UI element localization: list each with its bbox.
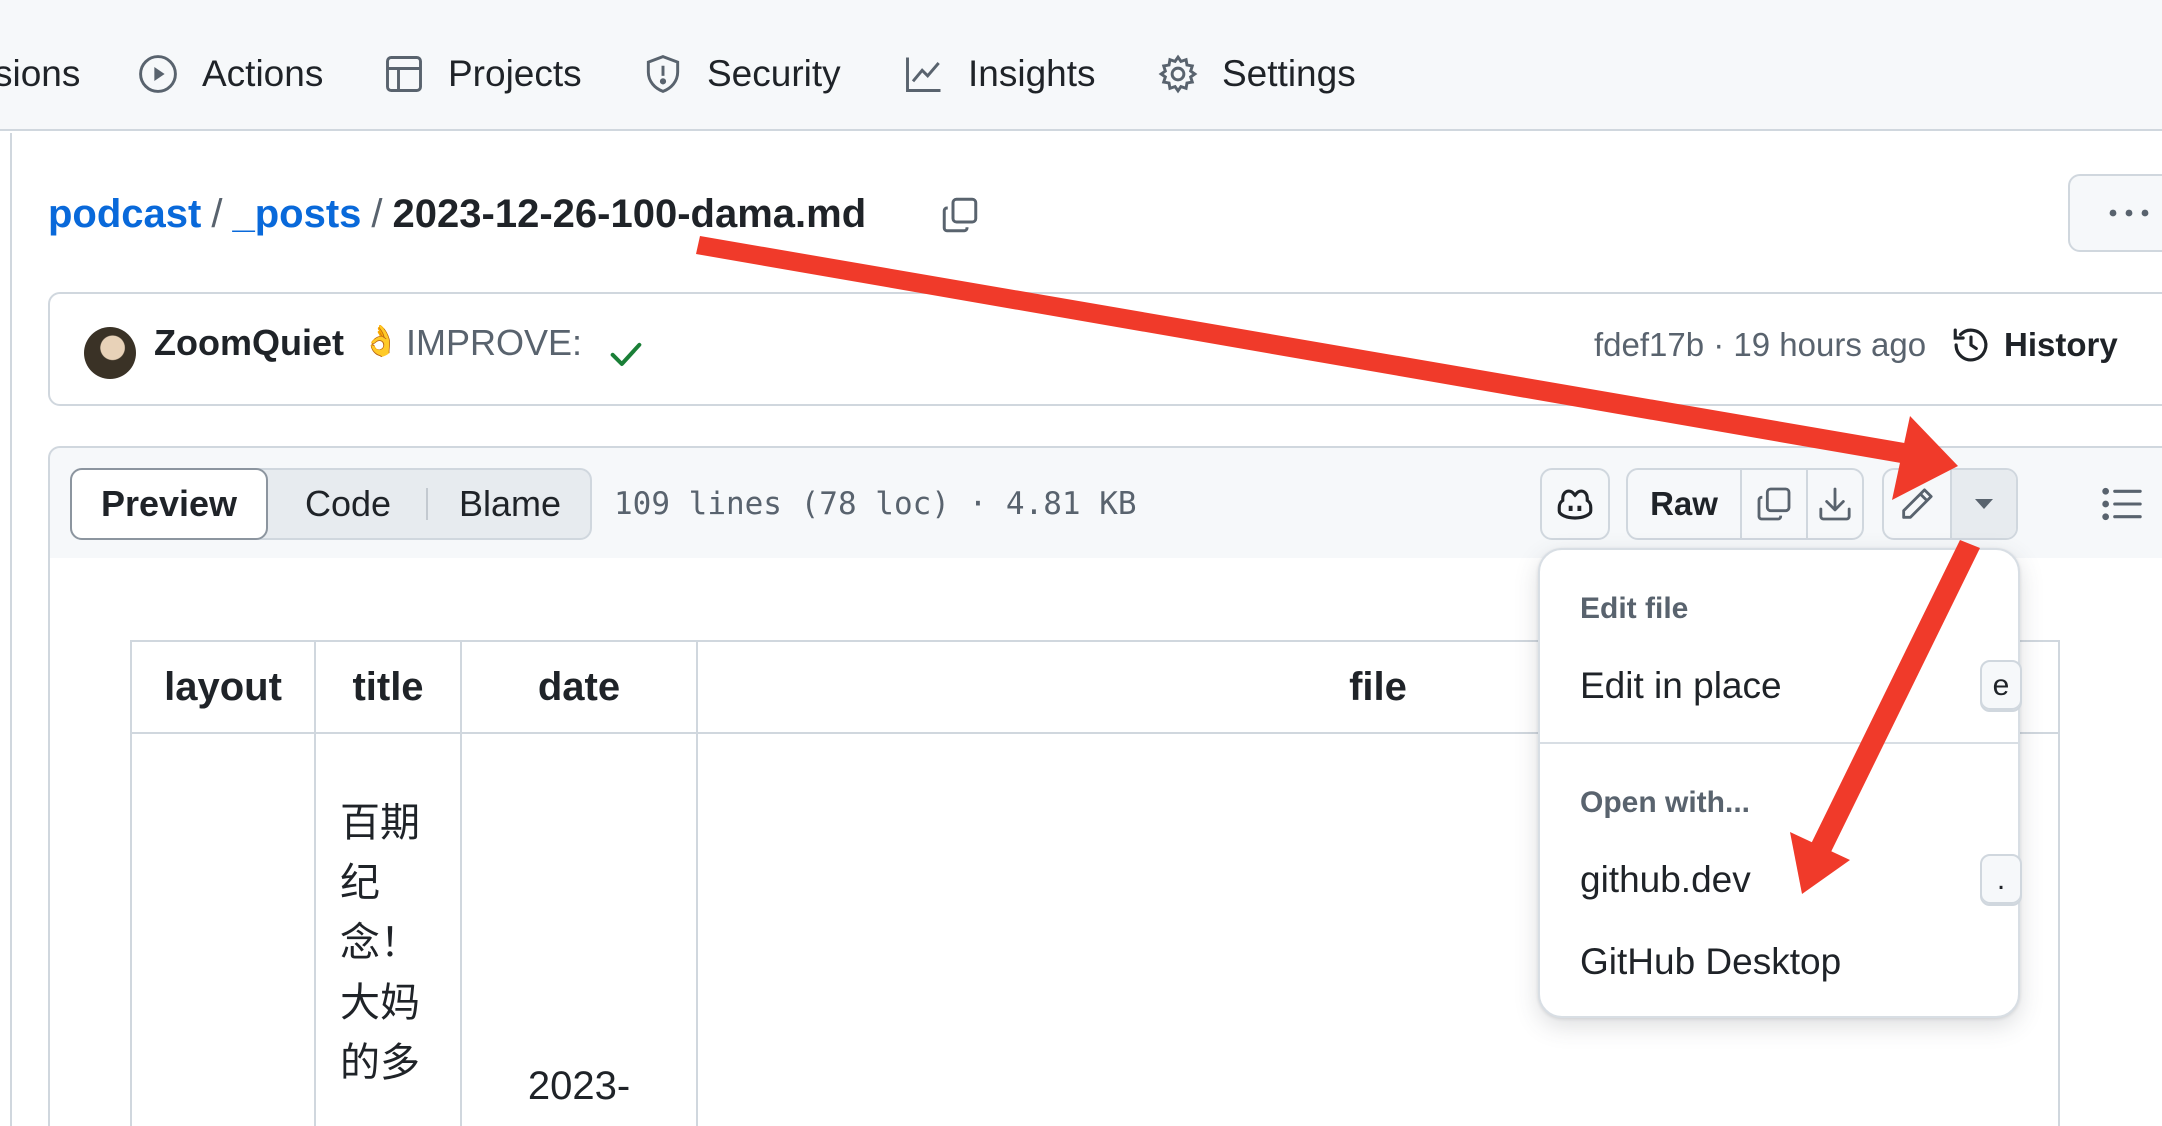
breadcrumb-separator: /	[371, 191, 383, 236]
gear-icon	[1158, 54, 1198, 94]
breadcrumb-file-name: 2023-12-26-100-dama.md	[392, 191, 867, 236]
copilot-button[interactable]	[1540, 468, 1610, 540]
menu-item-label: GitHub Desktop	[1580, 941, 1842, 982]
nav-item-label: sions	[0, 53, 81, 94]
nav-item-label: Actions	[202, 53, 324, 94]
file-info: 109 lines (78 loc) · 4.81 KB	[614, 486, 1137, 522]
tab-code[interactable]: Code	[272, 470, 424, 538]
title-line: 大妈	[340, 981, 420, 1025]
menu-item-github-desktop[interactable]: GitHub Desktop	[1580, 932, 2000, 992]
nav-item-projects[interactable]: Projects	[382, 46, 582, 102]
nav-item-label: Projects	[448, 53, 582, 94]
table-header-cell: title	[314, 640, 462, 734]
shortcut-key-e: e	[1980, 660, 2022, 712]
menu-item-github-dev[interactable]: github.dev .	[1580, 850, 2022, 910]
menu-item-edit-in-place[interactable]: Edit in place e	[1580, 656, 2022, 716]
left-divider	[10, 133, 12, 1126]
table-cell-layout	[130, 732, 316, 1126]
latest-commit-box: ZoomQuiet 👌 IMPROVE: fdef17b · 19 hours …	[48, 292, 2162, 406]
kebab-horizontal-icon	[2109, 209, 2149, 217]
history-button[interactable]: History	[1950, 324, 2118, 366]
menu-item-label: Edit in place	[1580, 665, 1782, 706]
graph-icon	[906, 57, 941, 92]
copy-raw-button[interactable]	[1742, 470, 1808, 538]
breadcrumb-repo-link[interactable]: podcast	[48, 192, 201, 237]
copy-icon	[942, 197, 978, 233]
nav-item-discussions[interactable]: sions	[0, 46, 80, 102]
edit-dropdown-button[interactable]	[1952, 470, 2016, 538]
menu-divider	[1540, 742, 2018, 744]
nav-item-insights[interactable]: Insights	[902, 46, 1096, 102]
table-icon	[386, 56, 422, 92]
edit-dropdown-menu: Edit file Edit in place e Open with... g…	[1538, 548, 2022, 1018]
list-unordered-icon	[2102, 487, 2142, 521]
tab-preview[interactable]: Preview	[70, 468, 268, 540]
breadcrumb-folder-link[interactable]: _posts	[232, 192, 361, 237]
avatar[interactable]	[84, 327, 136, 379]
segment-divider	[426, 488, 428, 520]
nav-item-label: Insights	[968, 53, 1096, 94]
download-icon	[1819, 487, 1851, 521]
file-header: Preview Code Blame 109 lines (78 loc) · …	[48, 446, 2162, 560]
play-circle-icon	[139, 55, 177, 93]
tab-blame[interactable]: Blame	[430, 470, 590, 538]
menu-item-label: github.dev	[1580, 859, 1751, 900]
triangle-down-icon	[1975, 499, 1993, 509]
commit-message[interactable]: IMPROVE:	[406, 322, 582, 364]
history-label: History	[2004, 326, 2118, 363]
view-mode-segmented-control: Preview Code Blame	[70, 468, 592, 540]
ok-hand-icon: 👌	[362, 325, 400, 358]
raw-button[interactable]: Raw	[1628, 470, 1742, 538]
title-line: 纪	[340, 861, 380, 905]
copilot-icon	[1557, 489, 1593, 520]
check-icon[interactable]	[606, 334, 646, 374]
shortcut-key-dot: .	[1980, 854, 2022, 906]
table-cell-title: 百期 纪 念！ 大妈 的多	[314, 732, 462, 1126]
raw-copy-download-group: Raw	[1626, 468, 1864, 540]
more-options-button[interactable]	[2068, 174, 2162, 252]
nav-item-security[interactable]: Security	[641, 46, 841, 102]
shield-icon	[646, 55, 680, 93]
commit-author[interactable]: ZoomQuiet	[154, 322, 344, 364]
history-icon	[1953, 328, 1988, 362]
title-line: 百期	[340, 801, 420, 845]
pencil-icon	[1902, 488, 1933, 519]
menu-section-open-with: Open with...	[1580, 786, 1750, 819]
copy-icon	[1757, 487, 1791, 521]
breadcrumb: podcast / _posts / 2023-12-26-100-dama.m…	[48, 186, 866, 242]
edit-button-group	[1882, 468, 2018, 540]
nav-item-label: Settings	[1222, 53, 1356, 94]
download-raw-button[interactable]	[1808, 470, 1862, 538]
title-line: 的多	[340, 1041, 420, 1085]
table-header-cell: layout	[130, 640, 316, 734]
symbols-outline-button[interactable]	[2090, 472, 2154, 536]
menu-section-edit-file: Edit file	[1580, 592, 1689, 625]
raw-label: Raw	[1650, 485, 1718, 522]
table-header-cell: date	[460, 640, 698, 734]
nav-item-settings[interactable]: Settings	[1156, 46, 1356, 102]
nav-item-label: Security	[707, 53, 841, 94]
title-line: 念！	[340, 921, 420, 965]
copy-path-button[interactable]	[936, 190, 984, 240]
nav-item-actions[interactable]: Actions	[136, 46, 323, 102]
edit-file-button[interactable]	[1884, 470, 1952, 538]
table-cell-date: 2023-	[460, 732, 698, 1126]
repo-nav: sions Actions Projects Security Insights…	[0, 0, 2162, 131]
commit-sha-time[interactable]: fdef17b · 19 hours ago	[1594, 326, 1926, 364]
breadcrumb-separator: /	[211, 191, 223, 236]
